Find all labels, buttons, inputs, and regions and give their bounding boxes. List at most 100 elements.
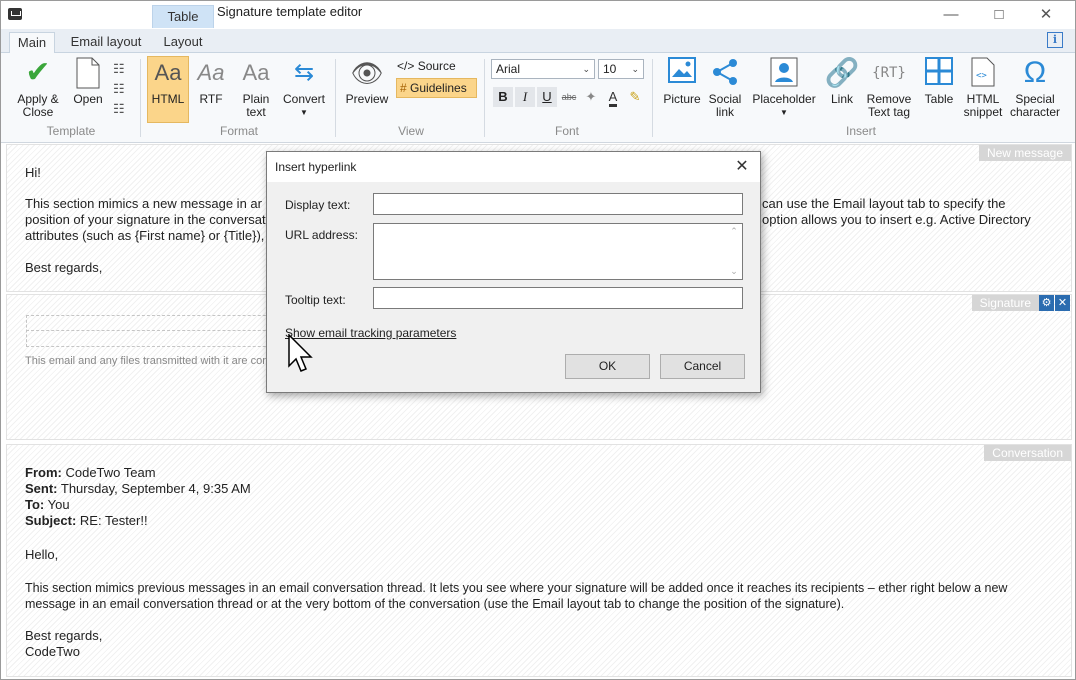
placeholder-button[interactable]: Placeholder ▼ — [751, 57, 817, 119]
html-snippet-button[interactable]: <> HTML snippet — [961, 57, 1005, 119]
omega-icon: Ω — [1023, 56, 1047, 89]
separator — [652, 59, 653, 137]
conversation-label: Conversation — [984, 445, 1071, 461]
apply-close-button[interactable]: ✔ Apply & Close — [13, 57, 63, 119]
message-text: position of your signature in the conver… — [25, 212, 266, 227]
open-button[interactable]: Open — [69, 57, 107, 106]
ribbon: ✔ Apply & Close Open ☷ ☷ ☷ Template Aa H… — [1, 53, 1075, 143]
info-icon[interactable]: i — [1047, 32, 1063, 48]
checkmark-icon: ✔ — [25, 56, 51, 89]
conversation-body: This section mimics previous messages in… — [25, 581, 1008, 595]
preview-button[interactable]: 👁 Preview — [344, 57, 390, 106]
tooltip-text-input[interactable] — [373, 287, 743, 309]
chevron-down-icon: ⌄ — [582, 64, 590, 74]
link-button[interactable]: 🔗 Link — [823, 57, 861, 106]
message-text: This section mimics a new message in ar — [25, 196, 262, 211]
plain-text-button[interactable]: Aa Plain text — [237, 57, 275, 119]
link-icon: 🔗 — [824, 57, 860, 88]
font-color-icon[interactable]: A — [603, 87, 623, 107]
subject-line: Subject: RE: Tester!! — [25, 513, 148, 528]
editor-window: Table Signature template editor — □ ✕ Ma… — [0, 0, 1076, 680]
convert-button[interactable]: ⇆ Convert ▼ — [281, 57, 327, 119]
remove-text-tag-button[interactable]: {RT} Remove Text tag — [863, 57, 915, 119]
source-button[interactable]: </> Source — [397, 59, 456, 73]
signature-table-placeholder[interactable] — [26, 315, 296, 347]
close-icon[interactable]: ✕ — [730, 152, 754, 182]
social-link-button[interactable]: Social link — [706, 57, 744, 119]
bold-button[interactable]: B — [493, 87, 513, 107]
separator — [335, 59, 336, 137]
font-size-select[interactable]: 10 ⌄ — [598, 59, 644, 79]
guidelines-button[interactable]: # Guidelines — [396, 78, 477, 98]
separator — [484, 59, 485, 137]
tab-layout[interactable]: Layout — [153, 32, 213, 54]
divider — [26, 330, 296, 331]
underline-button[interactable]: U — [537, 87, 557, 107]
rtf-format-button[interactable]: Aa RTF — [194, 57, 228, 106]
strikethrough-button[interactable]: abc — [559, 87, 579, 107]
app-icon — [8, 8, 22, 20]
import-template-icon[interactable]: ☷ — [113, 99, 131, 119]
rt-tag-icon: {RT} — [872, 65, 906, 81]
conversation-section[interactable]: Conversation From: CodeTwo Team Sent: Th… — [6, 444, 1072, 677]
chevron-down-icon: ⌄ — [631, 64, 639, 74]
insert-group-label: Insert — [845, 124, 876, 138]
plain-text-icon: Aa — [242, 60, 270, 85]
closing-text: Best regards, — [25, 260, 103, 275]
template-group-label: Template — [46, 124, 96, 138]
share-icon — [706, 57, 744, 89]
cancel-button[interactable]: Cancel — [660, 354, 745, 379]
picture-button[interactable]: Picture — [661, 57, 703, 106]
export-template-icon[interactable]: ☷ — [113, 79, 131, 99]
message-text: option allows you to insert e.g. Active … — [762, 212, 1031, 227]
tab-email-layout[interactable]: Email layout — [63, 32, 149, 54]
chevron-down-icon: ▼ — [780, 108, 788, 117]
close-icon[interactable]: ✕ — [1055, 295, 1070, 311]
url-address-input[interactable]: ⌃ ⌄ — [373, 223, 743, 280]
html-snippet-icon: <> — [961, 57, 1005, 89]
save-template-icon[interactable]: ☷ — [113, 59, 131, 79]
ok-button[interactable]: OK — [565, 354, 650, 379]
close-icon[interactable]: ✕ — [1023, 1, 1069, 29]
insert-hyperlink-dialog: Insert hyperlink ✕ Display text: URL add… — [266, 151, 761, 393]
table-button[interactable]: Table — [920, 57, 958, 106]
hello-text: Hello, — [25, 547, 59, 562]
title-bar: Table Signature template editor — □ ✕ — [1, 1, 1075, 29]
gear-icon[interactable]: ⚙ — [1039, 295, 1054, 311]
to-line: To: You — [25, 497, 70, 512]
grid-icon: # — [400, 81, 407, 95]
url-address-label: URL address: — [285, 228, 358, 242]
italic-button[interactable]: I — [515, 87, 535, 107]
table-icon — [920, 57, 958, 89]
font-group-label: Font — [554, 124, 579, 138]
person-card-icon — [751, 57, 817, 89]
eye-icon: 👁 — [350, 58, 384, 88]
maximize-icon[interactable]: □ — [976, 1, 1022, 29]
font-family-select[interactable]: Arial ⌄ — [491, 59, 595, 79]
svg-text:<>: <> — [976, 71, 987, 81]
message-text: can use the Email layout tab to specify … — [762, 196, 1006, 211]
document-icon — [69, 57, 107, 89]
scroll-up-icon[interactable]: ⌃ — [728, 226, 740, 237]
context-tab-table[interactable]: Table — [152, 5, 214, 28]
ribbon-tabs: Main Email layout Layout i — [1, 29, 1075, 54]
display-text-input[interactable] — [373, 193, 743, 215]
rtf-format-icon: Aa — [197, 60, 225, 85]
highlight-icon[interactable]: ✎ — [625, 87, 645, 107]
conversation-body: message in an email conversation thread … — [25, 597, 845, 611]
html-format-button[interactable]: Aa HTML — [147, 56, 189, 123]
html-format-icon: Aa — [154, 60, 182, 85]
signature-label: Signature — [971, 295, 1039, 311]
tooltip-text-label: Tooltip text: — [285, 293, 346, 307]
special-character-button[interactable]: Ω Special character — [1007, 57, 1063, 119]
regards-text: Best regards, — [25, 628, 103, 643]
template-tools: ☷ ☷ ☷ — [113, 59, 131, 119]
window-title: Signature template editor — [217, 4, 363, 19]
scroll-down-icon[interactable]: ⌄ — [728, 266, 740, 277]
separator — [140, 59, 141, 137]
tab-main[interactable]: Main — [9, 32, 55, 54]
disclaimer-text: This email and any files transmitted wit… — [25, 355, 269, 367]
minimize-icon[interactable]: — — [928, 1, 974, 29]
new-message-label: New message — [978, 145, 1071, 161]
clear-format-icon[interactable]: ✦ — [581, 87, 601, 107]
